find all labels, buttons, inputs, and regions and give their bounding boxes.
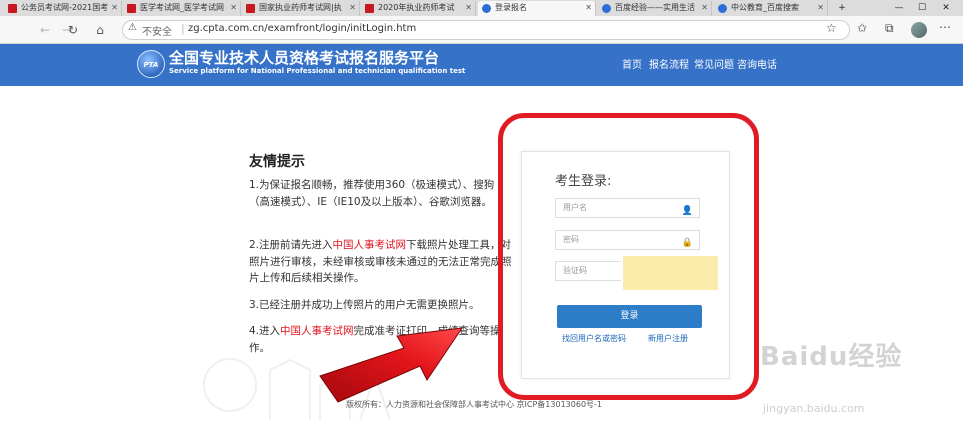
tip-item-3: 3.已经注册并成功上传照片的用户无需更换照片。 bbox=[249, 297, 512, 314]
tip-text: 2.注册前请先进入 bbox=[249, 239, 333, 251]
nav-contact[interactable]: 咨询电话 bbox=[737, 56, 777, 71]
paw-icon bbox=[602, 4, 611, 13]
cpta-link[interactable]: 中国人事考试网 bbox=[333, 239, 407, 251]
nav-process[interactable]: 报名流程 bbox=[649, 56, 689, 71]
favorites-icon[interactable]: ✩ bbox=[857, 21, 867, 35]
paw-icon bbox=[718, 4, 727, 13]
highlight-box-annotation bbox=[498, 113, 759, 400]
site-favicon-icon bbox=[127, 4, 136, 13]
close-icon[interactable]: ✕ bbox=[111, 1, 118, 15]
tab-label: 医学考试网_医学考试网 bbox=[140, 3, 224, 12]
home-icon[interactable]: ⌂ bbox=[91, 21, 109, 39]
close-icon[interactable]: ✕ bbox=[585, 1, 592, 15]
tab-label: 登录报名 bbox=[495, 3, 527, 12]
tab-2[interactable]: 国家执业药师考试网|执 ✕ bbox=[242, 1, 360, 16]
reload-icon[interactable]: ↻ bbox=[64, 21, 82, 39]
collections-icon[interactable]: ⧉ bbox=[885, 21, 894, 36]
tab-0[interactable]: 公务员考试网-2021国考 ✕ bbox=[4, 1, 122, 16]
site-favicon-icon bbox=[365, 4, 374, 13]
site-title: 全国专业技术人员资格考试报名服务平台 bbox=[169, 49, 440, 67]
site-favicon-icon bbox=[8, 4, 17, 13]
baidu-watermark-url: jingyan.baidu.com bbox=[763, 402, 865, 415]
maximize-button[interactable]: ☐ bbox=[912, 0, 932, 16]
tab-label: 中公教育_百度搜索 bbox=[731, 3, 799, 12]
new-tab-button[interactable]: + bbox=[832, 0, 852, 16]
tip-text: 4.进入 bbox=[249, 325, 281, 337]
tab-3[interactable]: 2020年执业药师考试 ✕ bbox=[361, 1, 476, 16]
close-icon[interactable]: ✕ bbox=[701, 1, 708, 15]
close-icon[interactable]: ✕ bbox=[349, 1, 356, 15]
url-separator: | bbox=[181, 22, 185, 35]
footer-copyright: 版权所有：人力资源和社会保障部人事考试中心 京ICP备13013060号-1 bbox=[346, 400, 603, 409]
site-favicon-icon bbox=[246, 4, 255, 13]
nav-home[interactable]: 首页 bbox=[622, 56, 642, 71]
warning-icon[interactable]: ⚠ bbox=[128, 22, 137, 33]
tab-6[interactable]: 中公教育_百度搜索 ✕ bbox=[714, 1, 828, 16]
baidu-watermark: Baidu经验 bbox=[760, 342, 903, 372]
site-subtitle: Service platform for National Profession… bbox=[169, 67, 466, 75]
tab-label: 公务员考试网-2021国考 bbox=[21, 3, 109, 12]
tip-item-1: 1.为保证报名顺畅，推荐使用360（极速模式）、搜狗（高速模式）、IE（IE10… bbox=[249, 177, 512, 210]
tab-5[interactable]: 百度经验——实用生活 ✕ bbox=[598, 1, 712, 16]
tip-text: 3.已经注册并成功上传照片的用户无需更换照片。 bbox=[249, 299, 480, 311]
close-icon[interactable]: ✕ bbox=[465, 1, 472, 15]
avatar[interactable] bbox=[911, 22, 927, 38]
star-icon[interactable]: ☆ bbox=[826, 21, 837, 35]
nav-faq[interactable]: 常见问题 bbox=[694, 56, 734, 71]
globe-icon bbox=[482, 4, 491, 13]
cpta-logo: PTA bbox=[137, 50, 165, 78]
tab-4-active[interactable]: 登录报名 ✕ bbox=[478, 1, 596, 16]
close-window-button[interactable]: ✕ bbox=[936, 0, 956, 16]
tab-label: 国家执业药师考试网|执 bbox=[259, 3, 342, 12]
tab-label: 2020年执业药师考试 bbox=[378, 3, 455, 12]
tip-text: 1.为保证报名顺畅，推荐使用360（极速模式）、搜狗（高速模式）、IE（IE10… bbox=[249, 179, 495, 208]
close-icon[interactable]: ✕ bbox=[817, 1, 824, 15]
close-icon[interactable]: ✕ bbox=[230, 1, 237, 15]
red-arrow-annotation bbox=[319, 327, 464, 403]
security-label[interactable]: 不安全 bbox=[142, 23, 172, 38]
back-icon[interactable]: ← bbox=[36, 21, 54, 39]
more-icon[interactable]: ⋯ bbox=[939, 20, 951, 34]
tips-title: 友情提示 bbox=[249, 154, 305, 170]
tab-1[interactable]: 医学考试网_医学考试网 ✕ bbox=[123, 1, 241, 16]
url-text[interactable]: zg.cpta.com.cn/examfront/login/initLogin… bbox=[188, 23, 416, 34]
tab-label: 百度经验——实用生活 bbox=[615, 3, 695, 12]
tip-item-2: 2.注册前请先进入中国人事考试网下载照片处理工具，对照片进行审核，未经审核或审核… bbox=[249, 237, 512, 287]
minimize-button[interactable]: — bbox=[889, 0, 909, 16]
